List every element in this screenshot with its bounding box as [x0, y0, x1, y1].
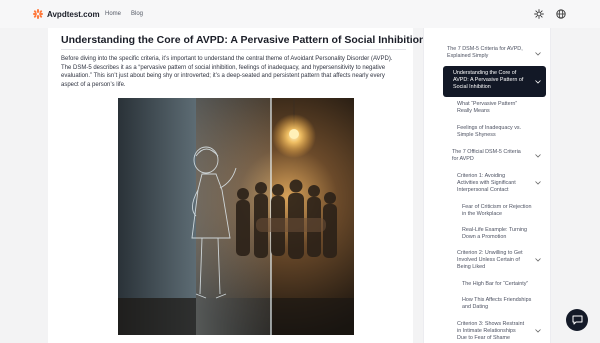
nav-home-link[interactable]: Home [105, 11, 121, 17]
globe-icon[interactable] [556, 9, 566, 19]
toc-line: What “Pervasive Pattern” [457, 101, 518, 107]
toc-item-high-bar-certainty[interactable]: The High Bar for “Certainty” [462, 281, 546, 288]
toc-line: The 7 DSM-5 Criteria for AVPD, [447, 46, 523, 52]
toc-item-pervasive-pattern[interactable]: What “Pervasive Pattern” Really Means [457, 101, 542, 115]
toc-line: How This Affects Friendships [462, 297, 532, 303]
toc-line: for AVPD [452, 156, 474, 163]
toc-item-turning-down-promotion[interactable]: Real-Life Example: Turning Down a Promot… [462, 227, 546, 241]
toc-item-criterion-2[interactable]: Criterion 2: Unwilling to Get Involved U… [457, 250, 539, 272]
toc-line: in Intimate Relationships [457, 328, 516, 335]
toc-item-official-criteria[interactable]: The 7 Official DSM-5 Criteria for AVPD [452, 149, 536, 163]
toc-line: Social Inhibition [453, 84, 491, 91]
toc-line: Understanding the Core of [453, 70, 517, 76]
toc-item-fear-of-criticism[interactable]: Fear of Criticism or Rejection in the Wo… [462, 204, 546, 218]
paragraph-line: evaluation.” This isn’t just about being… [61, 73, 385, 80]
toc-line: Criterion 1: Avoiding [457, 173, 506, 179]
toc-item-dsm5-criteria[interactable]: The 7 DSM-5 Criteria for AVPD, Explained… [447, 46, 539, 60]
toc-item-friendships-dating[interactable]: How This Affects Friendships and Dating [462, 297, 546, 311]
chat-button[interactable] [566, 309, 588, 331]
toc-line: Activities with Significant [457, 180, 516, 187]
chevron-down-icon[interactable] [535, 258, 541, 262]
toc-item-understanding-core[interactable]: Understanding the Core of AVPD: A Pervas… [453, 70, 537, 92]
toc-item-inadequacy-vs-shyness[interactable]: Feelings of Inadequacy vs. Simple Shynes… [457, 125, 542, 139]
toc-item-criterion-1[interactable]: Criterion 1: Avoiding Activities with Si… [457, 173, 537, 195]
chevron-down-icon[interactable] [535, 154, 541, 158]
paragraph-line: Before diving into the specific criteria… [61, 56, 393, 62]
toc-line: Criterion 2: Unwilling to Get [457, 250, 523, 256]
toc-line: The 7 Official DSM-5 Criteria [452, 149, 521, 155]
chevron-down-icon[interactable] [535, 52, 541, 56]
toc-item-criterion-3[interactable]: Criterion 3: Shows Restraint in Intimate… [457, 321, 539, 343]
site-logo[interactable]: Avpdtest.com [33, 9, 100, 19]
chevron-down-icon[interactable] [535, 181, 541, 185]
toc-line: Interpersonal Contact [457, 187, 509, 194]
toc-line: Fear of Criticism or Rejection [462, 204, 532, 210]
toc-line: Really Means [457, 108, 490, 115]
toc-line: and Dating [462, 304, 489, 311]
toc-line: Real-Life Example: Turning [462, 227, 528, 233]
chat-bubble-icon [572, 315, 582, 325]
nav-blog-link[interactable]: Blog [131, 11, 143, 17]
toc-line: Explained Simply [447, 53, 489, 60]
toc-line: Feelings of Inadequacy vs. [457, 125, 522, 131]
logo-flower-icon [33, 9, 43, 19]
article-illustration [118, 98, 354, 335]
intro-paragraph: Before diving into the specific criteria… [61, 55, 409, 90]
toc-line: Down a Promotion [462, 234, 507, 241]
sun-icon[interactable] [534, 9, 544, 19]
title-divider [61, 49, 406, 50]
chevron-down-icon[interactable] [535, 80, 541, 84]
site-header: Avpdtest.com Home Blog [0, 0, 600, 28]
toc-line: Due to Fear of Shame [457, 335, 511, 342]
table-of-contents: The 7 DSM-5 Criteria for AVPD, Explained… [423, 28, 551, 343]
paragraph-line: aspect of a person’s life. [61, 82, 126, 89]
toc-line: The High Bar for “Certainty” [462, 281, 529, 287]
chevron-down-icon[interactable] [535, 329, 541, 333]
toc-line: Criterion 3: Shows Restraint [457, 321, 525, 327]
toc-line: Being Liked [457, 264, 486, 271]
article-title: Understanding the Core of AVPD: A Pervas… [61, 34, 426, 46]
toc-line: Simple Shyness [457, 132, 496, 139]
article-card: Understanding the Core of AVPD: A Pervas… [48, 28, 426, 343]
toc-line: in the Workplace [462, 211, 503, 218]
toc-line: AVPD: A Pervasive Pattern of [453, 77, 524, 84]
logo-text: Avpdtest.com [47, 9, 100, 19]
paragraph-line: The DSM-5 describes it as a “pervasive p… [61, 64, 386, 71]
toc-line: Involved Unless Certain of [457, 257, 520, 264]
